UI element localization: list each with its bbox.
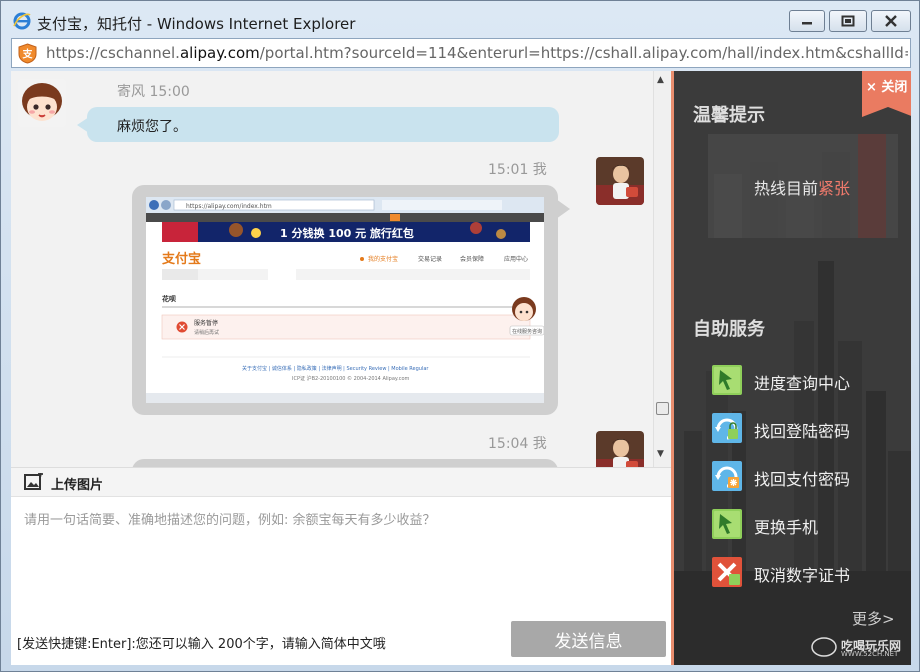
upload-image-button[interactable]: 上传图片: [51, 474, 103, 493]
agent-avatar: [18, 79, 66, 127]
message-input-placeholder[interactable]: 请用一句话简要、准确地描述您的问题，例如: 余额宝每天有多少收益？: [24, 509, 436, 528]
watermark-logo-icon: [811, 637, 837, 657]
screenshot-help-label: 在线服务咨询: [512, 328, 542, 335]
login-password-icon: [712, 413, 742, 443]
my-image-message-bubble[interactable]: [132, 459, 558, 467]
service-label: 找回登陆密码: [754, 422, 851, 441]
child-photo-avatar-icon: [596, 157, 644, 205]
url-domain: alipay.com: [179, 44, 260, 62]
my-image-message-bubble[interactable]: https://alipay.com/index.htm 1 分钱换 100 元…: [132, 185, 570, 415]
agent-message-meta: 寄风 15:00: [117, 84, 190, 100]
scroll-down-icon[interactable]: ▼: [657, 449, 664, 459]
service-item-cancel-certificate[interactable]: 取消数字证书: [712, 557, 902, 589]
screenshot-section-title: 花呗: [162, 294, 176, 303]
tips-title: 温馨提示: [693, 105, 765, 126]
send-message-button[interactable]: 发送信息: [511, 621, 666, 657]
cartoon-girl-avatar-icon: [18, 79, 66, 127]
side-panel: × 关闭 温馨提示 热线目前紧张 自助服务 进度查询中心 找回登陆密码 找回支付…: [671, 71, 911, 665]
maximize-button[interactable]: [829, 10, 867, 32]
agent-message-bubble: 麻烦您了。: [77, 107, 559, 142]
scroll-thumb[interactable]: [656, 402, 669, 415]
watermark: 吃喝玩乐网 WWW.52CH.NET: [811, 637, 911, 659]
input-hint: [发送快捷键:Enter]:您还可以输入 200个字，请输入简体中文哦: [17, 637, 386, 652]
payment-password-icon: [712, 461, 742, 491]
close-icon: [885, 15, 897, 27]
upload-toolbar: 上传图片: [11, 467, 671, 497]
my-avatar: [596, 431, 644, 467]
service-item-payment-password[interactable]: 找回支付密码: [712, 461, 902, 493]
screenshot-logo: 支付宝: [161, 251, 201, 267]
change-phone-icon: [712, 509, 742, 539]
minimize-icon: [802, 22, 812, 25]
cancel-certificate-icon: [712, 557, 742, 587]
hotline-prefix: 热线目前: [754, 179, 819, 198]
close-panel-label: × 关闭: [866, 80, 908, 95]
service-item-progress-query[interactable]: 进度查询中心: [712, 365, 902, 397]
screenshot-error-title: 服务暂停: [194, 319, 218, 327]
agent-message-text: 麻烦您了。: [117, 119, 187, 135]
maximize-icon: [841, 15, 855, 27]
title-bar: 支付宝，知托付 - Windows Internet Explorer: [1, 1, 919, 37]
hotline-status-value: 紧张: [818, 179, 851, 198]
close-panel-button[interactable]: × 关闭: [862, 71, 911, 117]
screenshot-footer-links: 关于支付宝 | 诚信体系 | 隐私政策 | 法律声明 | Security Re…: [242, 365, 429, 372]
alipay-site-icon: 支: [18, 43, 37, 64]
browser-window: 支付宝，知托付 - Windows Internet Explorer 支 ht…: [0, 0, 920, 672]
watermark-subtext: WWW.52CH.NET: [841, 650, 899, 658]
service-label: 进度查询中心: [754, 374, 851, 393]
upload-image-icon[interactable]: [24, 473, 44, 491]
my-message-meta: 15:01 我: [488, 162, 547, 178]
screenshot-banner: 1 分钱换 100 元 旅行红包: [280, 226, 414, 240]
my-message-meta: 15:04 我: [488, 436, 547, 452]
close-window-button[interactable]: [871, 10, 911, 32]
scroll-up-icon[interactable]: ▲: [657, 75, 664, 85]
url-text[interactable]: https://cschannel.alipay.com/portal.htm?…: [46, 44, 908, 62]
chat-scrollbar[interactable]: ▲ ▼: [653, 71, 671, 467]
address-bar[interactable]: 支 https://cschannel.alipay.com/portal.ht…: [11, 38, 911, 68]
service-item-change-phone[interactable]: 更换手机: [712, 509, 902, 541]
hotline-status: 热线目前紧张: [754, 175, 850, 199]
screenshot-image: https://alipay.com/index.htm 1 分钱换 100 元…: [146, 197, 544, 403]
window-title: 支付宝，知托付 - Windows Internet Explorer: [37, 15, 356, 33]
service-label: 更换手机: [754, 518, 819, 537]
progress-query-icon: [712, 365, 742, 395]
url-prefix: https://cschannel.: [46, 44, 180, 62]
screenshot-nav-2: 会员保障: [460, 255, 484, 263]
svg-text:支: 支: [22, 48, 34, 61]
screenshot-nav-0: 我的支付宝: [368, 255, 398, 263]
screenshot-nav-3: 应用中心: [504, 255, 528, 263]
more-services-link[interactable]: 更多>: [852, 608, 895, 629]
screenshot-nav-1: 交易记录: [418, 255, 442, 263]
service-item-login-password[interactable]: 找回登陆密码: [712, 413, 902, 445]
service-label: 找回支付密码: [754, 470, 851, 489]
url-rest: /portal.htm?sourceId=114&enterurl=https:…: [259, 44, 908, 62]
service-label: 取消数字证书: [754, 566, 851, 585]
screenshot-footer-copy: ICP证 沪B2-20100100 © 2004-2014 Alipay.com: [292, 375, 410, 382]
screenshot-url: https://alipay.com/index.htm: [186, 203, 272, 210]
internet-explorer-icon: [13, 12, 31, 30]
message-input-area[interactable]: 请用一句话简要、准确地描述您的问题，例如: 余额宝每天有多少收益？ [发送快捷键…: [11, 497, 671, 665]
self-service-title: 自助服务: [693, 319, 765, 340]
my-avatar: [596, 157, 644, 205]
attached-screenshot[interactable]: https://alipay.com/index.htm 1 分钱换 100 元…: [146, 197, 544, 403]
page-content: 寄风 15:00 麻烦您了。 15:01 我 https://alipay.co…: [11, 71, 911, 665]
screenshot-error-sub: 请稍后再试: [194, 329, 219, 336]
child-photo-avatar-icon: [596, 431, 644, 467]
chat-log[interactable]: 寄风 15:00 麻烦您了。 15:01 我 https://alipay.co…: [11, 71, 671, 467]
minimize-button[interactable]: [789, 10, 825, 32]
